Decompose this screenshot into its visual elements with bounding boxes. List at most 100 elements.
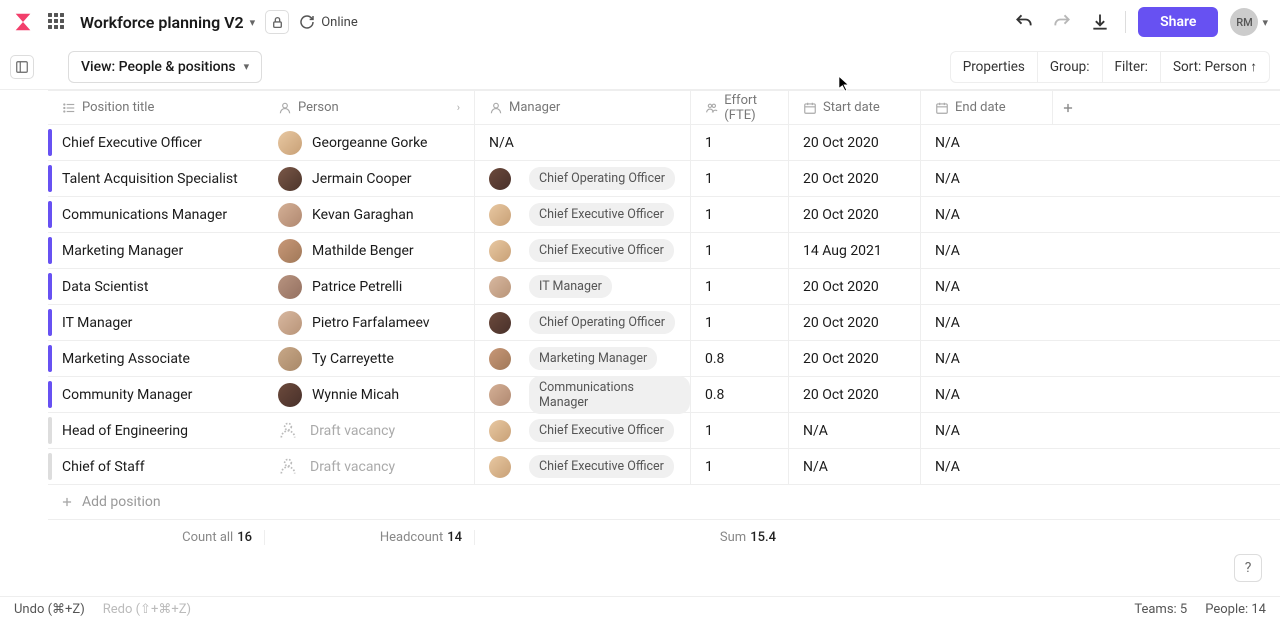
cell-person[interactable]: Draft vacancy bbox=[264, 413, 474, 448]
cell-end-date[interactable]: N/A bbox=[920, 341, 1052, 376]
cell-end-date[interactable]: N/A bbox=[920, 377, 1052, 412]
table-row[interactable]: Chief Executive OfficerGeorgeanne GorkeN… bbox=[48, 124, 1280, 160]
cell-effort[interactable]: 1 bbox=[690, 197, 788, 232]
add-position-button[interactable]: Add position bbox=[48, 484, 1280, 520]
cell-person[interactable]: Patrice Petrelli bbox=[264, 269, 474, 304]
table-row[interactable]: Chief of StaffDraft vacancyChief Executi… bbox=[48, 448, 1280, 484]
properties-button[interactable]: Properties bbox=[951, 52, 1038, 82]
app-logo-icon[interactable] bbox=[12, 11, 34, 33]
cell-person[interactable]: Mathilde Benger bbox=[264, 233, 474, 268]
cell-manager[interactable]: Chief Operating Officer bbox=[474, 161, 690, 196]
doc-title-button[interactable]: Workforce planning V2 ▾ bbox=[80, 13, 255, 32]
table-row[interactable]: Marketing ManagerMathilde BengerChief Ex… bbox=[48, 232, 1280, 268]
cell-effort[interactable]: 1 bbox=[690, 233, 788, 268]
redo-status: Redo (⇧+⌘+Z) bbox=[103, 602, 191, 617]
cell-start-date[interactable]: 20 Oct 2020 bbox=[788, 377, 920, 412]
column-header-start[interactable]: Start date bbox=[788, 91, 920, 124]
table-row[interactable]: Data ScientistPatrice PetrelliIT Manager… bbox=[48, 268, 1280, 304]
cell-effort[interactable]: 1 bbox=[690, 413, 788, 448]
cell-person[interactable]: Draft vacancy bbox=[264, 449, 474, 484]
cell-end-date[interactable]: N/A bbox=[920, 269, 1052, 304]
column-header-end[interactable]: End date bbox=[920, 91, 1052, 124]
apps-grid-icon[interactable] bbox=[44, 9, 70, 35]
sort-button[interactable]: Sort: Person ↑ bbox=[1161, 52, 1269, 82]
cell-position-title[interactable]: Marketing Manager bbox=[48, 233, 264, 268]
column-header-person[interactable]: Person › bbox=[264, 91, 474, 124]
cell-manager[interactable]: Chief Executive Officer bbox=[474, 233, 690, 268]
cell-effort[interactable]: 1 bbox=[690, 305, 788, 340]
cell-end-date[interactable]: N/A bbox=[920, 233, 1052, 268]
redo-button[interactable] bbox=[1049, 9, 1075, 35]
cell-position-title[interactable]: Data Scientist bbox=[48, 269, 264, 304]
cell-position-title[interactable]: Chief Executive Officer bbox=[48, 125, 264, 160]
cell-end-date[interactable]: N/A bbox=[920, 305, 1052, 340]
cell-position-title[interactable]: Marketing Associate bbox=[48, 341, 264, 376]
sidebar-toggle-button[interactable] bbox=[10, 55, 34, 79]
table-row[interactable]: IT ManagerPietro FarfalameevChief Operat… bbox=[48, 304, 1280, 340]
cell-end-date[interactable]: N/A bbox=[920, 413, 1052, 448]
cell-person[interactable]: Jermain Cooper bbox=[264, 161, 474, 196]
view-selector[interactable]: View: People & positions ▾ bbox=[68, 51, 262, 83]
effort-value: 1 bbox=[705, 135, 713, 151]
help-button[interactable]: ? bbox=[1234, 554, 1262, 582]
cell-position-title[interactable]: Chief of Staff bbox=[48, 449, 264, 484]
cell-start-date[interactable]: 14 Aug 2021 bbox=[788, 233, 920, 268]
cell-effort[interactable]: 1 bbox=[690, 161, 788, 196]
cell-manager[interactable]: Chief Executive Officer bbox=[474, 413, 690, 448]
table-row[interactable]: Head of EngineeringDraft vacancyChief Ex… bbox=[48, 412, 1280, 448]
cell-person[interactable]: Ty Carreyette bbox=[264, 341, 474, 376]
cell-start-date[interactable]: 20 Oct 2020 bbox=[788, 197, 920, 232]
cell-start-date[interactable]: 20 Oct 2020 bbox=[788, 341, 920, 376]
group-button[interactable]: Group: bbox=[1038, 52, 1103, 82]
download-button[interactable] bbox=[1087, 9, 1113, 35]
filter-button[interactable]: Filter: bbox=[1103, 52, 1161, 82]
cell-start-date[interactable]: 20 Oct 2020 bbox=[788, 269, 920, 304]
cell-effort[interactable]: 1 bbox=[690, 125, 788, 160]
avatar bbox=[278, 275, 302, 299]
cell-manager[interactable]: Chief Operating Officer bbox=[474, 305, 690, 340]
cell-start-date[interactable]: N/A bbox=[788, 413, 920, 448]
cell-start-date[interactable]: 20 Oct 2020 bbox=[788, 305, 920, 340]
cell-position-title[interactable]: IT Manager bbox=[48, 305, 264, 340]
undo-status[interactable]: Undo (⌘+Z) bbox=[14, 602, 85, 617]
lock-button[interactable] bbox=[265, 10, 289, 34]
column-header-manager[interactable]: Manager bbox=[474, 91, 690, 124]
table-row[interactable]: Communications ManagerKevan GaraghanChie… bbox=[48, 196, 1280, 232]
cell-end-date[interactable]: N/A bbox=[920, 161, 1052, 196]
add-column-button[interactable] bbox=[1052, 91, 1082, 124]
table-row[interactable]: Marketing AssociateTy CarreyetteMarketin… bbox=[48, 340, 1280, 376]
cell-end-date[interactable]: N/A bbox=[920, 197, 1052, 232]
table-row[interactable]: Talent Acquisition SpecialistJermain Coo… bbox=[48, 160, 1280, 196]
share-button[interactable]: Share bbox=[1138, 7, 1218, 37]
column-header-effort[interactable]: Effort (FTE) bbox=[690, 91, 788, 124]
cell-person[interactable]: Pietro Farfalameev bbox=[264, 305, 474, 340]
cell-manager[interactable]: Marketing Manager bbox=[474, 341, 690, 376]
table-row[interactable]: Community ManagerWynnie Micah Communicati… bbox=[48, 376, 1280, 412]
cell-end-date[interactable]: N/A bbox=[920, 125, 1052, 160]
user-menu[interactable]: RM ▾ bbox=[1230, 8, 1268, 36]
cell-start-date[interactable]: N/A bbox=[788, 449, 920, 484]
cell-person[interactable]: Wynnie Micah bbox=[264, 377, 474, 412]
undo-button[interactable] bbox=[1011, 9, 1037, 35]
cell-effort[interactable]: 0.8 bbox=[690, 377, 788, 412]
cell-start-date[interactable]: 20 Oct 2020 bbox=[788, 125, 920, 160]
cell-manager[interactable]: Chief Executive Officer bbox=[474, 197, 690, 232]
cell-position-title[interactable]: Talent Acquisition Specialist bbox=[48, 161, 264, 196]
cell-position-title[interactable]: Head of Engineering bbox=[48, 413, 264, 448]
cell-manager[interactable]: IT Manager bbox=[474, 269, 690, 304]
cell-position-title[interactable]: Communications Manager bbox=[48, 197, 264, 232]
column-header-position[interactable]: Position title bbox=[48, 91, 264, 124]
cell-manager[interactable]: N/A bbox=[474, 125, 690, 160]
cell-effort[interactable]: 1 bbox=[690, 449, 788, 484]
cell-effort[interactable]: 1 bbox=[690, 269, 788, 304]
cell-manager[interactable]: Chief Executive Officer bbox=[474, 449, 690, 484]
cell-manager[interactable]: Communications Manager bbox=[474, 377, 690, 412]
cell-end-date[interactable]: N/A bbox=[920, 449, 1052, 484]
cell-start-date[interactable]: 20 Oct 2020 bbox=[788, 161, 920, 196]
sync-status[interactable]: Online bbox=[299, 14, 358, 30]
cell-position-title[interactable]: Community Manager bbox=[48, 377, 264, 412]
cell-person[interactable]: Kevan Garaghan bbox=[264, 197, 474, 232]
cell-effort[interactable]: 0.8 bbox=[690, 341, 788, 376]
manager-chip: Communications Manager bbox=[489, 376, 690, 414]
cell-person[interactable]: Georgeanne Gorke bbox=[264, 125, 474, 160]
